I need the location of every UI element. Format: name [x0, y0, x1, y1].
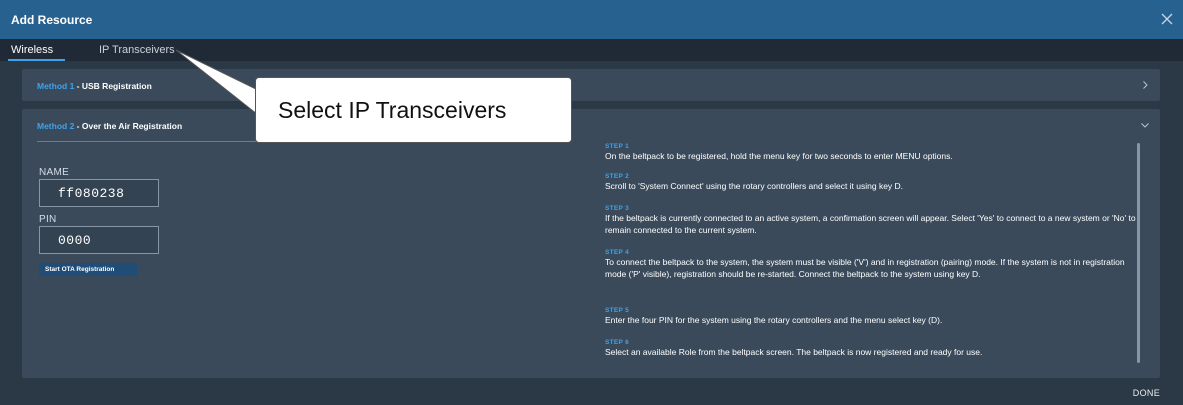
step-heading: STEP 4	[605, 249, 630, 256]
method1-prefix: Method 1	[37, 81, 75, 91]
active-tab-indicator	[8, 59, 65, 61]
step-text: Select an available Role from the beltpa…	[605, 347, 983, 357]
chevron-right-icon[interactable]	[1140, 80, 1150, 90]
step-item: STEP 1 On the beltpack to be registered,…	[605, 143, 1140, 163]
pin-label: PIN	[39, 214, 57, 225]
method1-title: Method 1 - USB Registration	[37, 81, 152, 91]
method2-title[interactable]: Method 2 - Over the Air Registration	[37, 121, 182, 131]
name-field[interactable]: ff080238	[39, 179, 159, 207]
dialog-titlebar: Add Resource	[0, 0, 1183, 39]
start-ota-registration-button[interactable]: Start OTA Registration	[39, 263, 137, 276]
step-text: If the beltpack is currently connected t…	[605, 213, 1136, 235]
tab-bar: Wireless IP Transceivers	[0, 39, 1183, 61]
step-text: On the beltpack to be registered, hold t…	[605, 151, 953, 161]
step-text: Scroll to 'System Connect' using the rot…	[605, 181, 904, 191]
method2-label: - Over the Air Registration	[74, 121, 183, 131]
done-button[interactable]: DONE	[1133, 388, 1160, 398]
method2-panel: Method 2 - Over the Air Registration NAM…	[22, 109, 1160, 378]
close-icon[interactable]	[1159, 11, 1175, 27]
step-text: Enter the four PIN for the system using …	[605, 315, 943, 325]
callout-text: Select IP Transceivers	[278, 97, 507, 123]
name-label: NAME	[39, 167, 70, 178]
step-item: STEP 6 Select an available Role from the…	[605, 339, 1140, 359]
tab-ip-transceivers[interactable]: IP Transceivers	[99, 44, 175, 56]
steps-scrollbar[interactable]	[1137, 143, 1140, 363]
step-heading: STEP 5	[605, 307, 630, 314]
step-heading: STEP 3	[605, 205, 630, 212]
chevron-down-icon[interactable]	[1140, 120, 1150, 130]
step-heading: STEP 6	[605, 339, 630, 346]
step-heading: STEP 1	[605, 143, 630, 150]
method1-label: - USB Registration	[74, 81, 152, 91]
step-text: To connect the beltpack to the system, t…	[605, 257, 1125, 279]
tab-wireless[interactable]: Wireless	[11, 44, 53, 56]
step-item: STEP 3 If the beltpack is currently conn…	[605, 205, 1140, 236]
dialog-title: Add Resource	[11, 13, 93, 27]
method1-panel[interactable]: Method 1 - USB Registration	[22, 69, 1160, 101]
step-item: STEP 2 Scroll to 'System Connect' using …	[605, 173, 1140, 193]
step-item: STEP 5 Enter the four PIN for the system…	[605, 307, 1140, 327]
method2-prefix: Method 2	[37, 121, 75, 131]
step-heading: STEP 2	[605, 173, 630, 180]
step-item: STEP 4 To connect the beltpack to the sy…	[605, 249, 1140, 280]
pin-field[interactable]: 0000	[39, 226, 159, 254]
annotation-callout: Select IP Transceivers	[255, 77, 572, 143]
